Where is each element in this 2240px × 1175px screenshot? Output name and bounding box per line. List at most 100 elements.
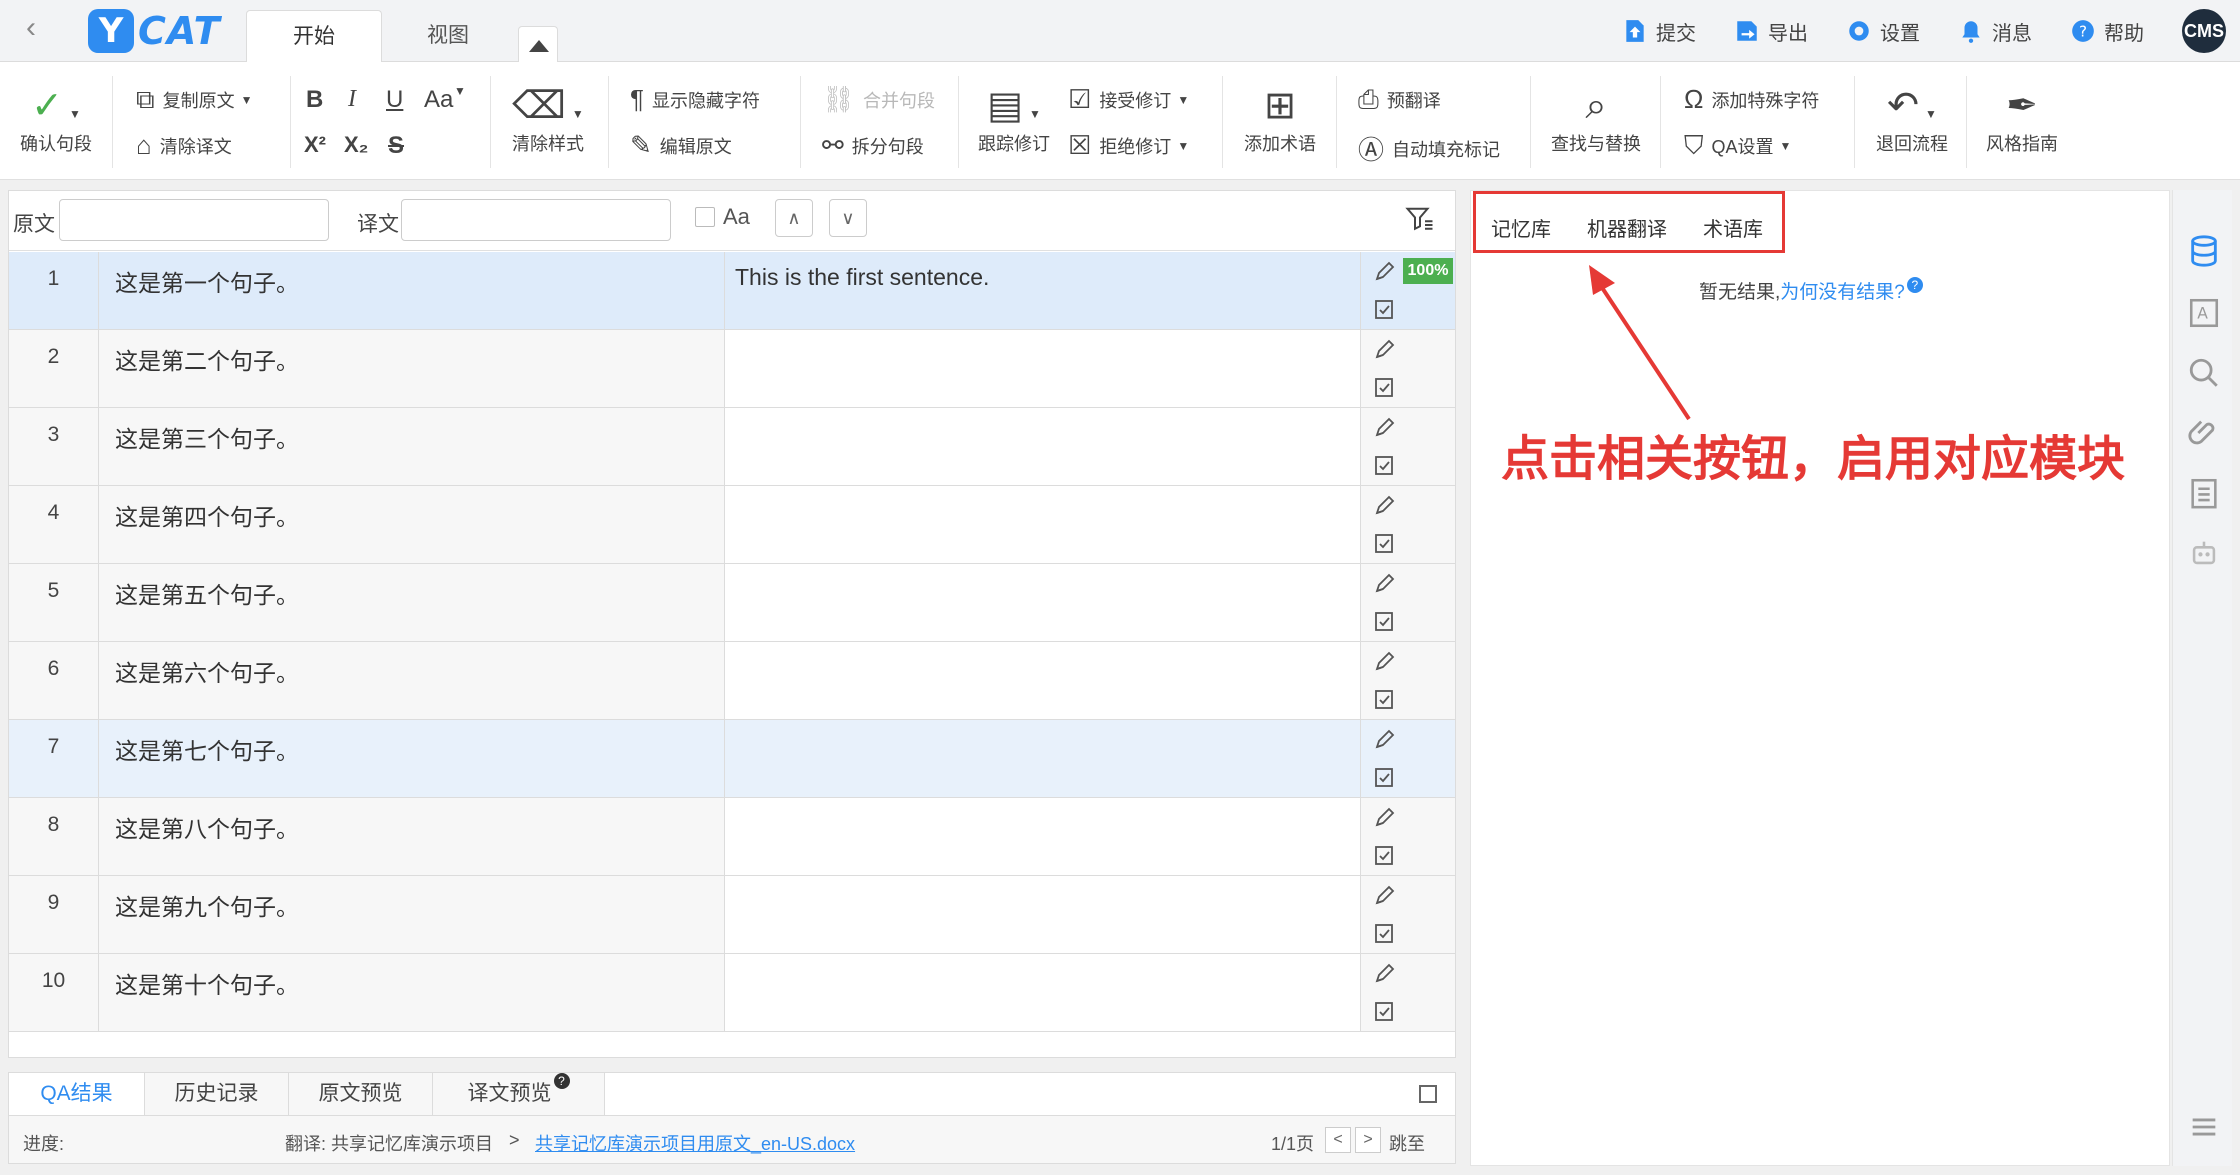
confirm-segment-icon[interactable] — [1373, 920, 1397, 946]
table-row[interactable]: 8 这是第八个句子。 — [9, 798, 1455, 876]
tab-history[interactable]: 历史记录 — [145, 1073, 289, 1115]
pencil-icon[interactable] — [1373, 804, 1397, 830]
confirm-segment-icon[interactable] — [1373, 296, 1397, 322]
table-row[interactable]: 10 这是第十个句子。 — [9, 954, 1455, 1032]
italic-button[interactable]: I — [348, 86, 356, 113]
goto-page-button[interactable]: 跳至 — [1389, 1130, 1425, 1156]
clear-style-button[interactable]: ⌫ ▼ 清除样式 — [508, 82, 588, 156]
autofill-tags-button[interactable]: Ⓐ 自动填充标记 — [1358, 130, 1500, 167]
confirm-segment-button[interactable]: ✓ ▼ 确认句段 — [18, 82, 94, 156]
checklist-icon[interactable] — [2187, 476, 2221, 510]
table-row[interactable]: 4 这是第四个句子。 — [9, 486, 1455, 564]
avatar[interactable]: CMS — [2182, 9, 2226, 53]
popout-icon[interactable] — [1419, 1085, 1437, 1103]
help-button[interactable]: ? 帮助 — [2070, 17, 2144, 46]
segment-target[interactable] — [725, 876, 1361, 953]
tab-qa-results[interactable]: QA结果 — [9, 1073, 145, 1115]
back-icon[interactable]: ‹ — [16, 13, 46, 44]
segment-target[interactable] — [725, 330, 1361, 407]
segment-target[interactable] — [725, 720, 1361, 797]
track-changes-button[interactable]: ▤ ▼ 跟踪修订 — [974, 82, 1054, 156]
edit-source-button[interactable]: ✎ 编辑原文 — [630, 130, 732, 161]
messages-button[interactable]: 消息 — [1958, 17, 2032, 46]
accept-changes-button[interactable]: ☑ 接受修订 ▼ — [1068, 84, 1189, 115]
rollback-button[interactable]: ↶ ▼ 退回流程 — [1868, 82, 1956, 156]
tab-machine-translation[interactable]: 机器翻译 — [1587, 213, 1667, 242]
tab-target-preview[interactable]: 译文预览? — [433, 1073, 605, 1115]
underline-button[interactable]: U — [386, 86, 403, 114]
menu-icon[interactable] — [2187, 1110, 2221, 1144]
pencil-icon[interactable] — [1373, 414, 1397, 440]
reject-changes-button[interactable]: ☒ 拒绝修订 ▼ — [1068, 130, 1189, 161]
segment-target[interactable] — [725, 564, 1361, 641]
source-filter-input[interactable] — [59, 199, 329, 241]
confirm-segment-icon[interactable] — [1373, 608, 1397, 634]
match-case-checkbox[interactable] — [695, 207, 715, 227]
pencil-icon[interactable] — [1373, 726, 1397, 752]
confirm-segment-icon[interactable] — [1373, 686, 1397, 712]
pencil-icon[interactable] — [1373, 570, 1397, 596]
table-row[interactable]: 3 这是第三个句子。 — [9, 408, 1455, 486]
help-icon[interactable]: ? — [553, 1073, 570, 1089]
confirm-segment-icon[interactable] — [1373, 998, 1397, 1024]
paperclip-icon[interactable] — [2187, 416, 2221, 450]
pretranslate-button[interactable]: ⎙ 预翻译 — [1358, 84, 1441, 116]
pencil-icon[interactable] — [1373, 882, 1397, 908]
tab-termbase[interactable]: 术语库 — [1703, 213, 1763, 242]
table-row[interactable]: 1 这是第一个句子。 This is the first sentence. 100% — [9, 252, 1455, 330]
table-row[interactable]: 9 这是第九个句子。 — [9, 876, 1455, 954]
segment-target[interactable] — [725, 954, 1361, 1031]
term-icon[interactable]: A — [2187, 296, 2221, 330]
tab-start[interactable]: 开始 — [246, 10, 382, 62]
copy-source-button[interactable]: ⧉ 复制原文 ▼ — [136, 84, 252, 116]
collapse-ribbon-button[interactable] — [518, 26, 558, 62]
confirm-segment-icon[interactable] — [1373, 842, 1397, 868]
table-row[interactable]: 5 这是第五个句子。 — [9, 564, 1455, 642]
tab-memory[interactable]: 记忆库 — [1491, 213, 1551, 242]
file-link[interactable]: 共享记忆库演示项目用原文_en-US.docx — [535, 1130, 855, 1156]
confirm-segment-icon[interactable] — [1373, 764, 1397, 790]
split-segment-button[interactable]: ⚯ 拆分句段 — [822, 130, 924, 161]
pencil-icon[interactable] — [1373, 336, 1397, 362]
robot-icon[interactable] — [2187, 536, 2221, 570]
confirm-segment-icon[interactable] — [1373, 452, 1397, 478]
qa-settings-button[interactable]: ⛉ QA设置 ▼ — [1684, 130, 1791, 162]
strikethrough-button[interactable]: S — [388, 132, 404, 160]
pencil-icon[interactable] — [1373, 648, 1397, 674]
prev-match-button[interactable]: ∧ — [775, 199, 813, 237]
next-match-button[interactable]: ∨ — [829, 199, 867, 237]
special-char-button[interactable]: Ω 添加特殊字符 — [1684, 84, 1819, 115]
next-page-button[interactable]: > — [1355, 1127, 1381, 1153]
table-row[interactable]: 7 这是第七个句子。 — [9, 720, 1455, 798]
confirm-segment-icon[interactable] — [1373, 530, 1397, 556]
add-term-button[interactable]: ⊞ 添加术语 — [1240, 82, 1320, 156]
pencil-icon[interactable] — [1373, 492, 1397, 518]
show-hidden-chars-button[interactable]: ¶ 显示隐藏字符 — [630, 84, 760, 115]
search-icon[interactable] — [2187, 356, 2221, 390]
segment-target[interactable] — [725, 408, 1361, 485]
table-row[interactable]: 6 这是第六个句子。 — [9, 642, 1455, 720]
segment-target[interactable] — [725, 798, 1361, 875]
table-row[interactable]: 2 这是第二个句子。 — [9, 330, 1455, 408]
submit-button[interactable]: 提交 — [1622, 17, 1696, 46]
database-icon[interactable] — [2187, 234, 2221, 268]
pencil-icon[interactable] — [1373, 258, 1397, 284]
filter-icon[interactable] — [1405, 205, 1435, 235]
segment-target[interactable]: This is the first sentence. — [725, 252, 1361, 329]
tab-source-preview[interactable]: 原文预览 — [289, 1073, 433, 1115]
superscript-button[interactable]: X² — [304, 132, 326, 158]
segment-target[interactable] — [725, 642, 1361, 719]
find-replace-button[interactable]: ⌕ 查找与替换 — [1546, 82, 1646, 156]
subscript-button[interactable]: X₂ — [344, 132, 368, 158]
pencil-icon[interactable] — [1373, 960, 1397, 986]
clear-target-button[interactable]: ⌂ 清除译文 — [136, 130, 232, 161]
prev-page-button[interactable]: < — [1325, 1127, 1351, 1153]
change-case-button[interactable]: Aa — [424, 86, 453, 114]
export-button[interactable]: 导出 — [1734, 17, 1808, 46]
segment-target[interactable] — [725, 486, 1361, 563]
target-filter-input[interactable] — [401, 199, 671, 241]
help-icon[interactable]: ? — [1906, 277, 1923, 293]
settings-button[interactable]: 设置 — [1846, 17, 1920, 46]
why-no-result-link[interactable]: 为何没有结果? — [1780, 282, 1905, 303]
tab-view[interactable]: 视图 — [390, 10, 506, 62]
